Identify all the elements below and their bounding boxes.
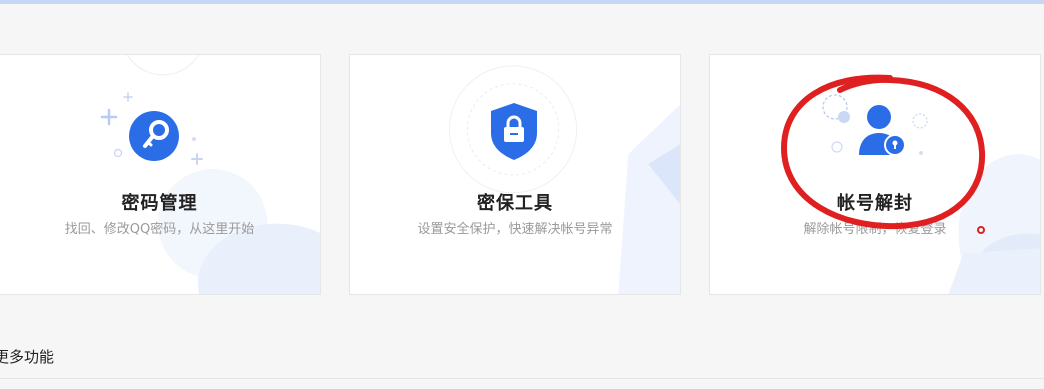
key-icon-wrap [0,55,320,175]
key-icon [100,92,203,165]
section-divider [0,378,1044,379]
shield-icon-wrap [350,55,680,175]
top-accent-bar [0,0,1044,4]
card-security-tools[interactable]: 密保工具 设置安全保护，快速解决帐号异常 [349,54,681,295]
card-title: 帐号解封 [837,193,913,214]
card-description: 找回、修改QQ密码，从这里开始 [64,222,255,237]
card-title: 密保工具 [477,193,553,214]
card-title: 密码管理 [121,193,198,214]
more-features-heading: 更多功能 [0,348,55,366]
card-password-management[interactable]: 密码管理 找回、修改QQ密码，从这里开始 [0,54,321,295]
user-icon-wrap [710,55,1040,175]
shield-lock-icon [491,103,537,160]
card-account-unblock[interactable]: 帐号解封 解除帐号限制，恢复登录 [709,54,1041,295]
card-description: 设置安全保护，快速解决帐号异常 [417,222,613,237]
user-lock-icon [822,94,928,156]
card-description: 解除帐号限制，恢复登录 [803,222,947,237]
